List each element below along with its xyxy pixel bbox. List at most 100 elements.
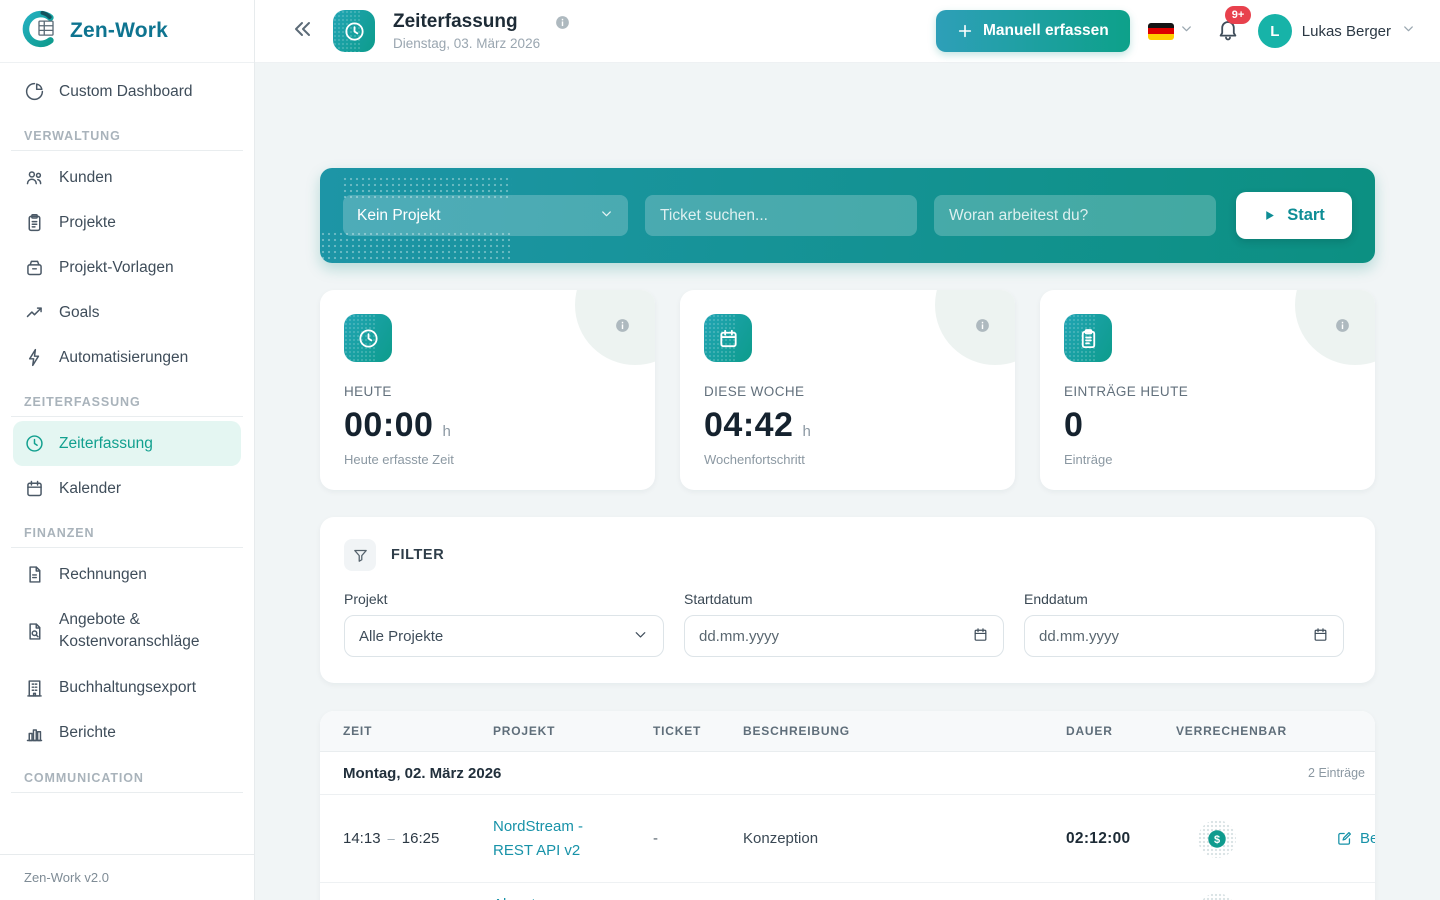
double-chevron-left-icon (291, 17, 315, 41)
divider (11, 792, 243, 793)
users-icon (24, 167, 45, 188)
page-title-block: Zeiterfassung Dienstag, 03. März 2026 (393, 11, 540, 51)
filter-field-enddatum: Enddatum (1024, 591, 1344, 657)
notification-badge: 9+ (1225, 6, 1252, 24)
end-date-input-wrap (1024, 615, 1344, 657)
group-entry-count: 2 Einträge (1308, 766, 1365, 780)
german-flag-icon (1148, 23, 1174, 40)
manual-entry-button[interactable]: Manuell erfassen (936, 10, 1130, 52)
page-title: Zeiterfassung (393, 11, 540, 33)
billable-indicator[interactable]: $ (1198, 820, 1236, 858)
stat-label: HEUTE (344, 384, 631, 399)
stat-icon-tile (704, 314, 752, 362)
time-range: 14:13 – 16:25 (343, 830, 493, 847)
table-row: 14:13 – 16:25 NordStream - REST API v2 -… (320, 795, 1375, 883)
field-label: Startdatum (684, 591, 1004, 607)
plus-icon (957, 23, 973, 39)
sidebar-item-projekt-vorlagen[interactable]: Projekt-Vorlagen (13, 245, 241, 290)
chevron-down-icon (1179, 21, 1194, 41)
start-date-input[interactable] (699, 628, 972, 645)
sidebar-item-zeiterfassung[interactable]: Zeiterfassung (13, 421, 241, 466)
stat-card-eintraege-heute: EINTRÄGE HEUTE 0 Einträge (1040, 290, 1375, 490)
sidebar-item-projekte[interactable]: Projekte (13, 200, 241, 245)
divider (11, 547, 243, 548)
start-date-input-wrap (684, 615, 1004, 657)
calendar-icon[interactable] (972, 626, 989, 647)
play-icon (1263, 209, 1276, 222)
user-menu[interactable]: L Lukas Berger (1258, 14, 1416, 48)
chevron-down-icon (1401, 21, 1416, 41)
sidebar-item-kunden[interactable]: Kunden (13, 155, 241, 200)
field-label: Projekt (344, 591, 664, 607)
logo-row: Zen-Work (0, 0, 254, 63)
group-date: Montag, 02. März 2026 (343, 765, 501, 782)
ticket-cell: - (653, 830, 743, 847)
filter-field-projekt: Projekt Alle Projekte (344, 591, 664, 657)
filter-panel: FILTER Projekt Alle Projekte Startdatum (320, 517, 1375, 683)
work-description-input[interactable] (934, 195, 1216, 236)
page-subtitle: Dienstag, 03. März 2026 (393, 36, 540, 51)
sidebar-item-angebote[interactable]: Angebote & Kostenvoranschläge (13, 597, 241, 666)
info-icon[interactable] (554, 14, 571, 31)
project-select[interactable]: Kein Projekt (343, 195, 628, 236)
calendar-icon (717, 327, 740, 350)
stat-caption: Einträge (1064, 452, 1351, 467)
language-selector[interactable] (1148, 21, 1194, 41)
info-icon[interactable] (1334, 317, 1351, 334)
clipboard-icon (24, 212, 45, 233)
start-timer-button[interactable]: Start (1236, 192, 1352, 239)
stat-icon-tile (1064, 314, 1112, 362)
time-tracker-bar: Kein Projekt Start (320, 168, 1375, 263)
building-icon (24, 678, 45, 699)
section-communication: COMMUNICATION (24, 771, 230, 785)
divider (11, 150, 243, 151)
sidebar-collapse-button[interactable] (291, 17, 315, 46)
project-link[interactable]: NordStream - REST API v2 (493, 815, 613, 862)
sidebar-item-goals[interactable]: Goals (13, 290, 241, 335)
page-title-icon-tile (333, 10, 375, 52)
app-version: Zen-Work v2.0 (0, 854, 254, 900)
header-actions: Manuell erfassen 9+ L Lukas Berger (936, 10, 1416, 52)
project-link[interactable]: Alpentec (493, 893, 551, 900)
duration-cell: 02:12:00 (1066, 830, 1176, 848)
info-icon[interactable] (974, 317, 991, 334)
sidebar-item-automatisierungen[interactable]: Automatisierungen (13, 335, 241, 380)
project-filter-select[interactable]: Alle Projekte (344, 615, 664, 657)
stat-value: 0 (1064, 406, 1083, 445)
lightning-icon (24, 347, 45, 368)
sidebar-item-buchhaltungsexport[interactable]: Buchhaltungsexport (13, 666, 241, 711)
stat-caption: Wochenfortschritt (704, 452, 991, 467)
pie-chart-icon (24, 81, 45, 102)
column-header-ticket: TICKET (653, 724, 743, 738)
sidebar-item-custom-dashboard[interactable]: Custom Dashboard (13, 69, 241, 114)
sidebar-item-berichte[interactable]: Berichte (13, 711, 241, 756)
table-header-row: ZEIT PROJEKT TICKET BESCHREIBUNG DAUER V… (320, 711, 1375, 752)
divider (11, 416, 243, 417)
column-header-projekt: PROJEKT (493, 724, 653, 738)
end-date-input[interactable] (1039, 628, 1312, 645)
stat-caption: Heute erfasste Zeit (344, 452, 631, 467)
funnel-icon (352, 547, 369, 564)
billable-indicator[interactable] (1198, 893, 1236, 900)
column-header-zeit: ZEIT (343, 724, 493, 738)
info-icon[interactable] (614, 317, 631, 334)
edit-entry-button[interactable]: Bearbeiten (1336, 830, 1375, 847)
sidebar-item-kalender[interactable]: Kalender (13, 466, 241, 511)
sidebar-item-rechnungen[interactable]: Rechnungen (13, 552, 241, 597)
calendar-icon[interactable] (1312, 626, 1329, 647)
chevron-down-icon (632, 626, 649, 647)
section-finanzen: FINANZEN (24, 526, 230, 540)
description-cell: Konzeption (743, 830, 1066, 847)
time-entries-table: ZEIT PROJEKT TICKET BESCHREIBUNG DAUER V… (320, 711, 1375, 900)
stats-row: HEUTE 00:00 h Heute erfasste Zeit DIESE … (320, 290, 1375, 490)
document-search-icon (24, 621, 45, 642)
stat-unit: h (802, 423, 810, 440)
section-zeiterfassung: ZEITERFASSUNG (24, 395, 230, 409)
clipboard-icon (1077, 327, 1100, 350)
sidebar: Zen-Work Custom Dashboard VERWALTUNG Kun… (0, 0, 255, 900)
ticket-search-input[interactable] (645, 195, 917, 236)
stat-label: EINTRÄGE HEUTE (1064, 384, 1351, 399)
archive-box-icon (24, 257, 45, 278)
avatar: L (1258, 14, 1292, 48)
notifications-button[interactable]: 9+ (1216, 17, 1240, 46)
